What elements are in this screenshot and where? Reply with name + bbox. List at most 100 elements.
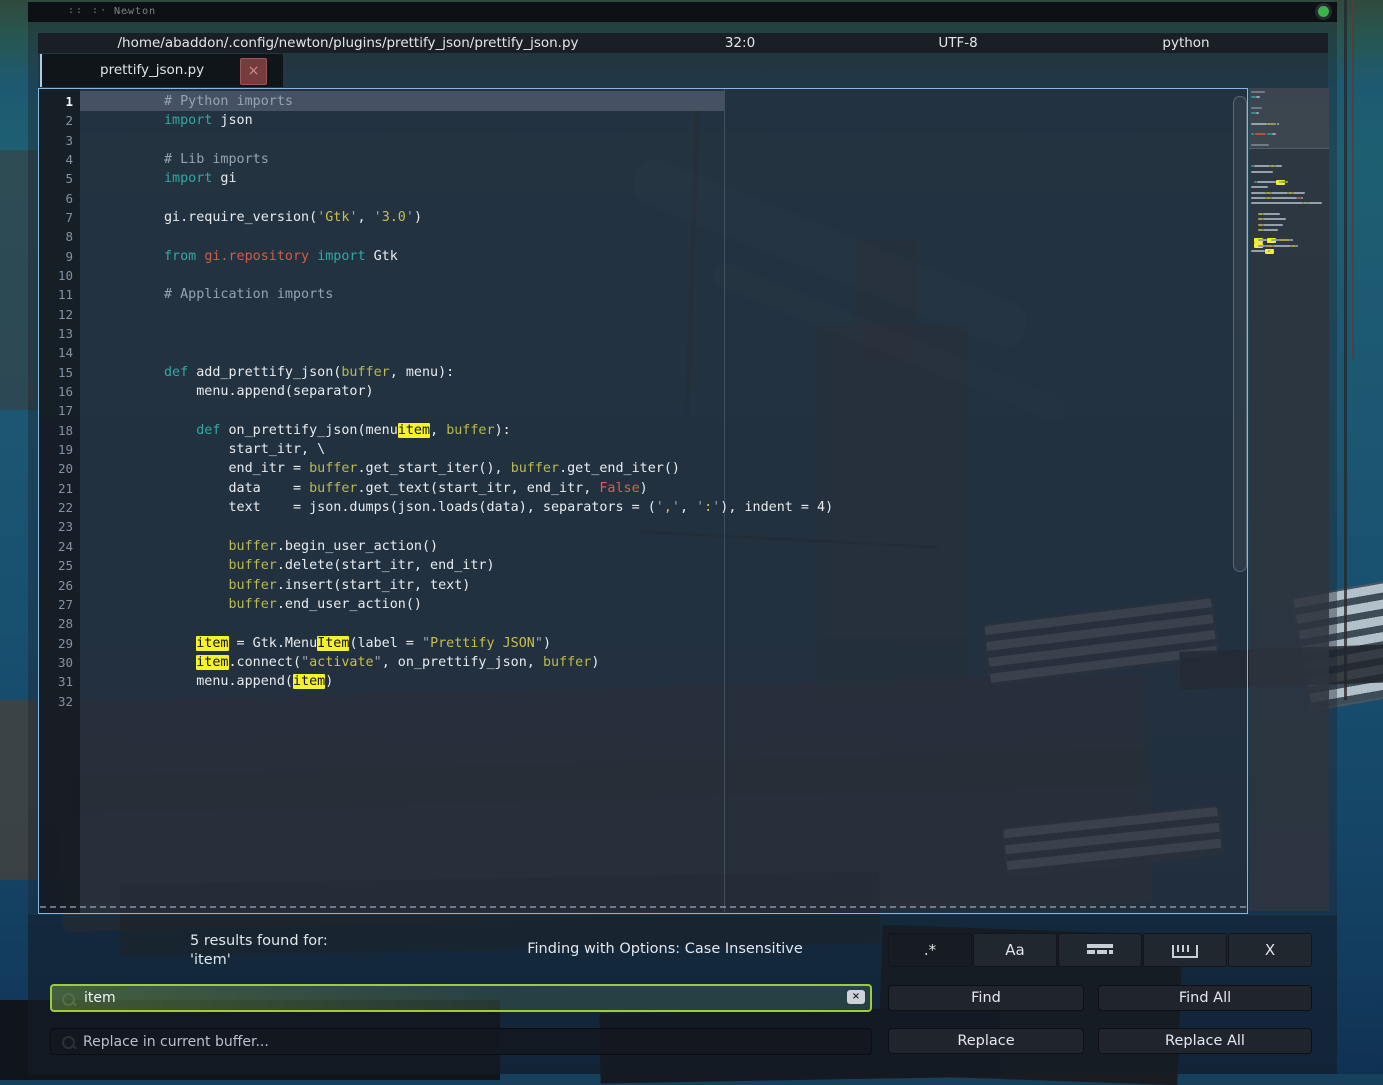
line-number: 15 xyxy=(39,363,73,382)
word-boundary-icon xyxy=(1172,945,1198,958)
replace-button[interactable]: Replace xyxy=(888,1028,1084,1054)
line-number-gutter: 1234567891011121314151617181920212223242… xyxy=(39,89,80,913)
search-input[interactable] xyxy=(50,984,872,1012)
minimap[interactable] xyxy=(1249,88,1329,911)
tab-prettify-json[interactable]: prettify_json.py × xyxy=(40,54,283,87)
code-line[interactable]: buffer.end_user_action() xyxy=(164,595,422,614)
window-status-dot-icon[interactable] xyxy=(1318,6,1329,17)
code-line[interactable]: # Application imports xyxy=(164,285,333,304)
editor-bottom-dashed-line xyxy=(40,906,1246,908)
minimap-viewport[interactable] xyxy=(1249,88,1329,149)
minimap-line xyxy=(1254,165,1270,167)
line-number: 24 xyxy=(39,537,73,556)
results-count: 5 results found for: xyxy=(190,932,328,951)
code-line[interactable]: buffer.begin_user_action() xyxy=(164,537,438,556)
search-match-highlight: item xyxy=(196,636,228,651)
window-title: Newton xyxy=(114,6,156,17)
tab-bar: prettify_json.py × xyxy=(38,53,1328,88)
code-line[interactable]: buffer.delete(start_itr, end_itr) xyxy=(164,556,495,575)
minimap-line xyxy=(1288,192,1293,194)
find-all-button[interactable]: Find All xyxy=(1098,985,1312,1011)
line-number: 17 xyxy=(39,401,73,420)
minimap-line xyxy=(1263,213,1280,215)
selection-search-toggle-button[interactable] xyxy=(1058,933,1142,967)
code-line[interactable]: buffer.insert(start_itr, text) xyxy=(164,576,470,595)
minimap-line xyxy=(1275,165,1282,167)
line-number: 4 xyxy=(39,150,73,169)
minimap-line xyxy=(1256,112,1259,114)
code-line[interactable]: def add_prettify_json(buffer, menu): xyxy=(164,363,454,382)
search-match-highlight: item xyxy=(398,423,430,438)
replace-all-button[interactable]: Replace All xyxy=(1098,1028,1312,1054)
minimap-line xyxy=(1279,239,1290,241)
minimap-line xyxy=(1291,239,1293,241)
tab-close-button[interactable]: × xyxy=(240,58,267,85)
line-number: 23 xyxy=(39,517,73,536)
file-path: /home/abaddon/.config/newton/plugins/pre… xyxy=(117,35,578,51)
search-match-highlight: Item xyxy=(317,636,349,651)
whole-word-toggle-button[interactable] xyxy=(1143,933,1227,967)
code-line[interactable]: from gi.repository import Gtk xyxy=(164,247,398,266)
code-line[interactable]: gi.require_version('Gtk', '3.0') xyxy=(164,208,422,227)
minimap-line xyxy=(1296,245,1298,247)
code-line[interactable]: def on_prettify_json(menuitem, buffer): xyxy=(164,421,511,440)
minimap-line xyxy=(1257,181,1276,183)
code-line[interactable]: import gi xyxy=(164,169,237,188)
code-line[interactable]: start_itr, \ xyxy=(164,440,325,459)
code-line[interactable]: # Python imports xyxy=(164,92,293,111)
line-number: 10 xyxy=(39,266,73,285)
titlebar[interactable]: :: :· .. Newton xyxy=(28,2,1337,22)
code-line[interactable]: item.connect("activate", on_prettify_jso… xyxy=(164,653,599,672)
minimap-line xyxy=(1301,197,1303,199)
code-line[interactable]: import json xyxy=(164,111,253,130)
minimap-line xyxy=(1293,192,1306,194)
line-number: 14 xyxy=(39,343,73,362)
minimap-line xyxy=(1251,202,1303,204)
minimap-line xyxy=(1258,245,1266,247)
line-number: 6 xyxy=(39,189,73,208)
line-number: 3 xyxy=(39,131,73,150)
line-number: 27 xyxy=(39,595,73,614)
minimap-line xyxy=(1251,171,1273,173)
regex-toggle-button[interactable]: .* xyxy=(888,933,972,967)
line-number: 5 xyxy=(39,169,73,188)
minimap-line xyxy=(1251,186,1268,188)
line-number: 32 xyxy=(39,692,73,711)
code-line[interactable]: item = Gtk.MenuItem(label = "Prettify JS… xyxy=(164,634,551,653)
line-number: 2 xyxy=(39,111,73,130)
line-number: 9 xyxy=(39,247,73,266)
code-line[interactable]: # Lib imports xyxy=(164,150,269,169)
line-number: 18 xyxy=(39,421,73,440)
line-number: 21 xyxy=(39,479,73,498)
minimap-line xyxy=(1286,181,1288,183)
results-query: 'item' xyxy=(190,951,328,970)
minimap-line xyxy=(1263,218,1286,220)
replace-input[interactable] xyxy=(50,1028,872,1055)
search-options-text: Finding with Options: Case Insensitive xyxy=(527,941,803,957)
clear-search-icon[interactable]: × xyxy=(847,990,865,1004)
find-button[interactable]: Find xyxy=(888,985,1084,1011)
code-line[interactable]: end_itr = buffer.get_start_iter(), buffe… xyxy=(164,459,680,478)
vertical-scrollbar[interactable] xyxy=(1233,96,1247,572)
language-mode: python xyxy=(1162,35,1209,51)
code-line[interactable]: data = buffer.get_text(start_itr, end_it… xyxy=(164,479,648,498)
search-match-highlight: item xyxy=(196,655,228,670)
statusbar: /home/abaddon/.config/newton/plugins/pre… xyxy=(38,33,1328,53)
code-line[interactable]: menu.append(item) xyxy=(164,672,333,691)
code-line[interactable]: menu.append(separator) xyxy=(164,382,374,401)
cursor-position: 32:0 xyxy=(725,35,755,51)
minimap-line xyxy=(1268,250,1270,252)
line-number: 19 xyxy=(39,440,73,459)
line-number: 12 xyxy=(39,305,73,324)
line-number: 7 xyxy=(39,208,73,227)
minimap-line xyxy=(1263,224,1283,226)
code-line[interactable]: text = json.dumps(json.loads(data), sepa… xyxy=(164,498,833,517)
minimap-line xyxy=(1274,245,1291,247)
minimap-line xyxy=(1251,144,1269,146)
case-sensitivity-toggle-button[interactable]: Aa xyxy=(973,933,1057,967)
minimap-line xyxy=(1251,107,1262,109)
minimap-line xyxy=(1263,229,1278,231)
close-search-panel-button[interactable]: X xyxy=(1228,933,1312,967)
minimap-line xyxy=(1271,197,1297,199)
line-number: 11 xyxy=(39,285,73,304)
